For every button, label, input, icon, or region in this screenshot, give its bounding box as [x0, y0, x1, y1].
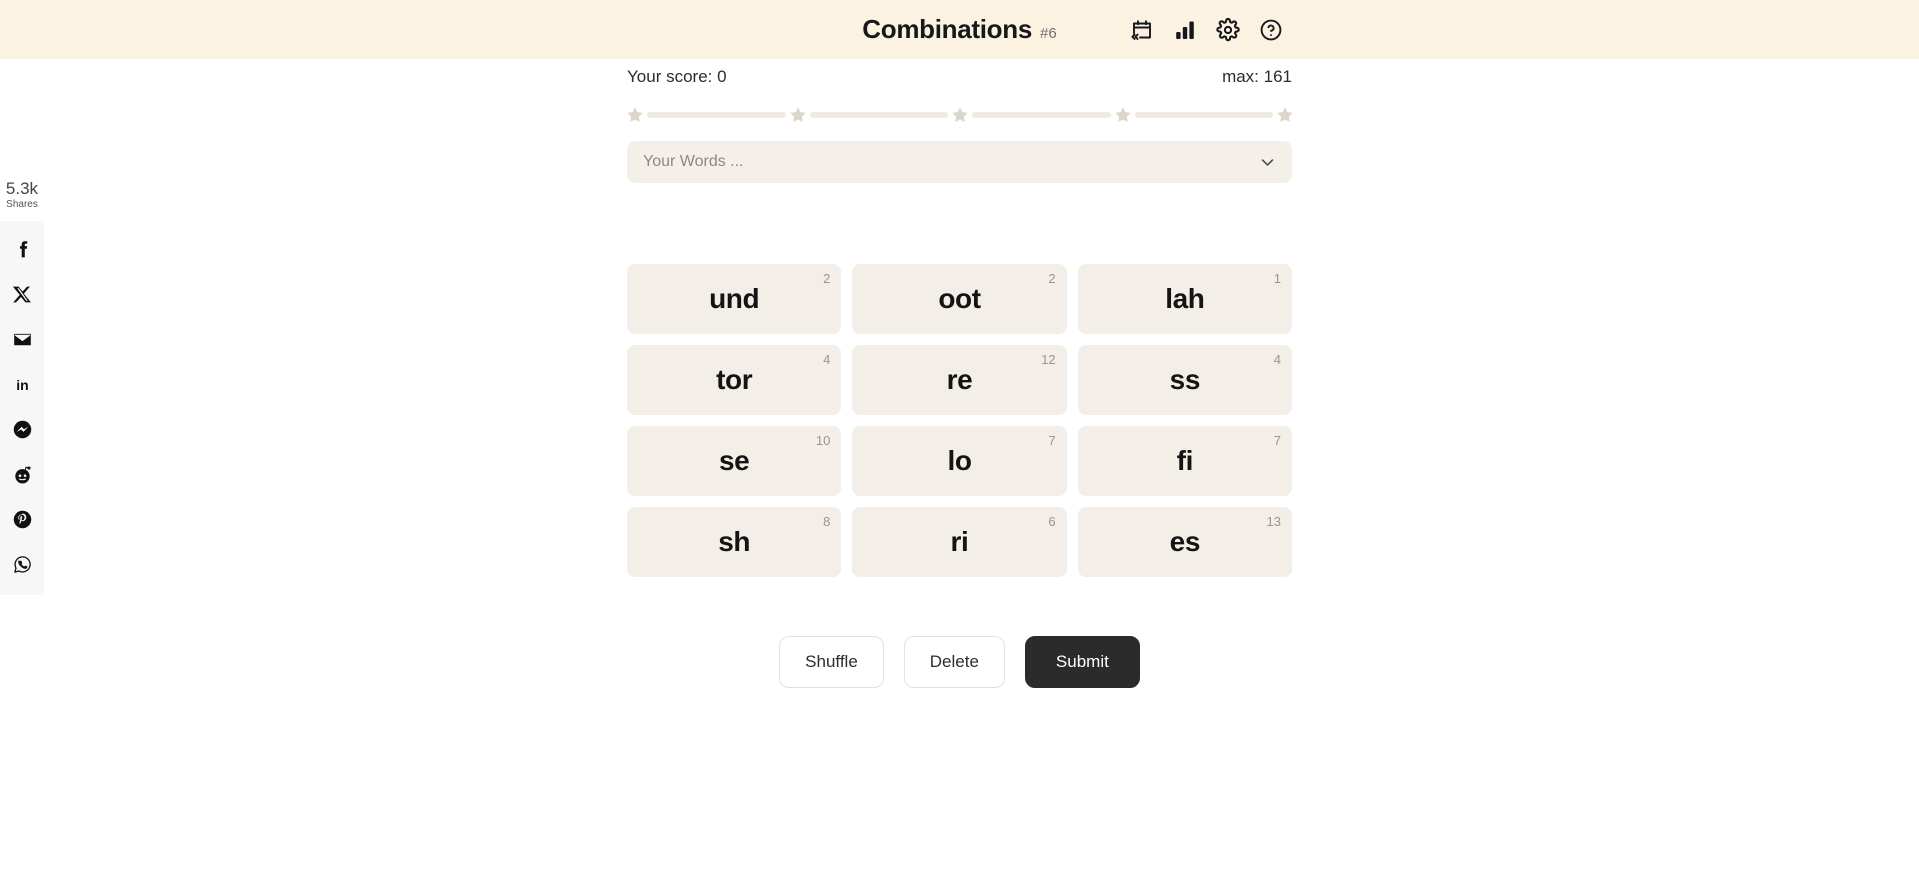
chevron-down-icon — [1259, 154, 1276, 171]
letter-tile[interactable]: 2 und — [627, 264, 842, 334]
tile-count: 4 — [823, 352, 831, 367]
letter-tile[interactable]: 7 fi — [1077, 426, 1292, 496]
game-title: Combinations — [862, 14, 1033, 44]
progress-star-2 — [788, 105, 808, 125]
tile-count: 10 — [815, 433, 831, 448]
linkedin-share-icon[interactable]: in — [0, 362, 44, 407]
your-words-placeholder: Your Words ... — [643, 153, 744, 170]
max-score-label: max: 161 — [1222, 67, 1292, 86]
your-words-dropdown[interactable]: Your Words ... — [627, 141, 1292, 183]
progress-track-4 — [1134, 112, 1273, 118]
app-header: Combinations #6 — [0, 0, 1919, 59]
messenger-share-icon[interactable] — [0, 407, 44, 452]
shuffle-button[interactable]: Shuffle — [779, 636, 884, 688]
email-share-icon[interactable] — [0, 317, 44, 362]
help-question-icon[interactable] — [1259, 18, 1283, 42]
tile-count: 7 — [1273, 433, 1281, 448]
whatsapp-share-icon[interactable] — [0, 542, 44, 587]
letter-tile[interactable]: 6 ri — [852, 507, 1067, 577]
tile-count: 2 — [1048, 271, 1056, 286]
facebook-share-icon[interactable] — [0, 227, 44, 272]
pinterest-share-icon[interactable] — [0, 497, 44, 542]
progress-star-4 — [1113, 105, 1133, 125]
x-twitter-share-icon[interactable] — [0, 272, 44, 317]
tile-label: und — [709, 283, 760, 314]
your-score-label: Your score: 0 — [627, 67, 727, 86]
letter-tile[interactable]: 8 sh — [627, 507, 842, 577]
tile-label: tor — [716, 364, 753, 395]
letter-tile[interactable]: 4 ss — [1077, 345, 1292, 415]
tile-label: ri — [950, 526, 969, 557]
tile-label: se — [718, 445, 750, 476]
letter-tile[interactable]: 10 se — [627, 426, 842, 496]
letter-tile[interactable]: 12 re — [852, 345, 1067, 415]
submit-button[interactable]: Submit — [1024, 636, 1140, 688]
score-row: Your score: 0 max: 161 — [627, 67, 1292, 87]
letter-tile-grid: 2 und 2 oot 1 lah 4 tor 12 re 4 ss 10 se 7 lo 7 fi 8 sh 6 ri 1… — [627, 264, 1292, 577]
letter-tile[interactable]: 1 lah — [1077, 264, 1292, 334]
progress-track-2 — [809, 112, 948, 118]
share-button-list: in — [0, 220, 44, 595]
tile-label: lah — [1165, 283, 1205, 314]
header-icon-group — [1130, 0, 1919, 59]
social-share-rail: 5.3k Shares in — [0, 180, 44, 595]
app-root: Combinations #6 Your score: 0 max: 161 Y… — [0, 0, 1919, 884]
gear-icon[interactable] — [1216, 17, 1240, 42]
delete-button[interactable]: Delete — [903, 636, 1005, 688]
tile-count: 7 — [1048, 433, 1056, 448]
tile-label: re — [946, 364, 973, 395]
tile-count: 8 — [823, 514, 831, 529]
page-title: Combinations #6 — [862, 14, 1056, 45]
tile-count: 2 — [823, 271, 831, 286]
progress-star-1 — [625, 105, 645, 125]
tile-count: 6 — [1048, 514, 1056, 529]
letter-tile[interactable]: 13 es — [1077, 507, 1292, 577]
tile-label: lo — [947, 445, 972, 476]
tile-count: 4 — [1273, 352, 1281, 367]
share-count-label: Shares — [6, 198, 38, 210]
header-inner: Combinations #6 — [0, 0, 1919, 59]
tile-count: 13 — [1266, 514, 1281, 529]
tile-label: ss — [1169, 364, 1201, 395]
svg-text:in: in — [16, 377, 28, 393]
progress-star-3 — [950, 105, 970, 125]
letter-tile[interactable]: 4 tor — [627, 345, 842, 415]
archive-calendar-icon[interactable] — [1130, 18, 1154, 42]
letter-tile[interactable]: 2 oot — [852, 264, 1067, 334]
progress-track-3 — [972, 112, 1111, 118]
star-progress-bar — [625, 104, 1295, 126]
puzzle-number: #6 — [1040, 25, 1057, 42]
action-button-row: Shuffle Delete Submit — [627, 636, 1292, 688]
tile-count: 12 — [1041, 352, 1056, 367]
letter-tile[interactable]: 7 lo — [852, 426, 1067, 496]
progress-star-5 — [1275, 105, 1295, 125]
tile-label: es — [1169, 526, 1201, 557]
tile-count: 1 — [1273, 271, 1281, 286]
bar-chart-icon[interactable] — [1173, 18, 1197, 42]
share-count: 5.3k — [5, 179, 39, 198]
progress-track-1 — [647, 112, 786, 118]
tile-label: fi — [1176, 445, 1194, 476]
reddit-share-icon[interactable] — [0, 452, 44, 497]
tile-label: oot — [938, 283, 981, 314]
tile-label: sh — [718, 526, 751, 557]
